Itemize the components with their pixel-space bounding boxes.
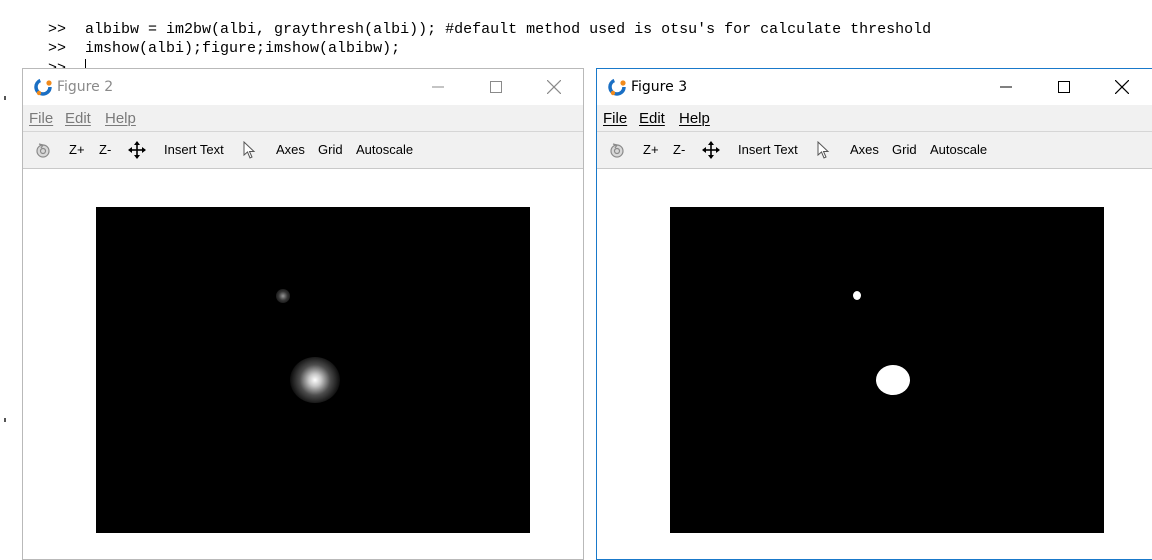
maximize-icon xyxy=(490,81,502,93)
menu-help[interactable]: Help xyxy=(105,110,136,127)
menu-help[interactable]: Help xyxy=(679,110,710,127)
minimize-button[interactable] xyxy=(977,69,1035,105)
pan-move-icon[interactable] xyxy=(702,141,720,159)
insert-text-button[interactable]: Insert Text xyxy=(164,142,224,157)
close-button[interactable] xyxy=(525,69,583,105)
zoom-in-button[interactable]: Z+ xyxy=(69,142,85,157)
menu-edit[interactable]: Edit xyxy=(639,110,665,127)
title-bar[interactable]: Figure 3 xyxy=(597,69,1152,105)
axes-button[interactable]: Axes xyxy=(850,142,879,157)
maximize-icon xyxy=(1058,81,1070,93)
title-bar[interactable]: Figure 2 xyxy=(23,69,583,105)
menu-file[interactable]: File xyxy=(603,110,627,127)
console-command-text: imshow(albi);figure;imshow(albibw); xyxy=(76,40,401,57)
window-title: Figure 2 xyxy=(57,79,114,95)
autoscale-button[interactable]: Autoscale xyxy=(356,142,413,157)
small-faint-spot xyxy=(276,289,290,303)
grid-button[interactable]: Grid xyxy=(318,142,343,157)
maximize-button[interactable] xyxy=(1035,69,1093,105)
maximize-button[interactable] xyxy=(467,69,525,105)
menu-bar: File Edit Help xyxy=(23,105,583,131)
pointer-arrow-icon[interactable] xyxy=(241,141,259,159)
minimize-icon xyxy=(1000,86,1012,88)
menu-edit[interactable]: Edit xyxy=(65,110,91,127)
figure-window-2[interactable]: Figure 2 File Edit Help Z+ Z- Insert Tex… xyxy=(22,68,584,560)
figure-toolbar: Z+ Z- Insert Text Axes Grid Autoscale xyxy=(597,131,1152,169)
rotate-icon[interactable] xyxy=(608,141,626,159)
window-title: Figure 3 xyxy=(631,79,688,95)
minimize-icon xyxy=(432,86,444,88)
command-window[interactable]: >> albibw = im2bw(albi, graythresh(albi)… xyxy=(0,0,1152,77)
binary-image xyxy=(670,207,1104,533)
figure-toolbar: Z+ Z- Insert Text Axes Grid Autoscale xyxy=(23,131,583,169)
large-white-blob xyxy=(876,365,910,395)
grid-button[interactable]: Grid xyxy=(892,142,917,157)
figure-window-3[interactable]: Figure 3 File Edit Help Z+ Z- Insert Tex… xyxy=(596,68,1152,560)
close-icon xyxy=(1115,80,1129,94)
axes-button[interactable]: Axes xyxy=(276,142,305,157)
octave-logo-icon xyxy=(34,78,52,96)
rotate-icon[interactable] xyxy=(34,141,52,159)
menu-bar: File Edit Help xyxy=(597,105,1152,131)
minimize-button[interactable] xyxy=(409,69,467,105)
zoom-out-button[interactable]: Z- xyxy=(99,142,111,157)
grayscale-image xyxy=(96,207,530,533)
window-edge-marker xyxy=(4,418,6,422)
close-icon xyxy=(547,80,561,94)
figure-canvas[interactable] xyxy=(23,169,583,559)
menu-file[interactable]: File xyxy=(29,110,53,127)
autoscale-button[interactable]: Autoscale xyxy=(930,142,987,157)
pointer-arrow-icon[interactable] xyxy=(815,141,833,159)
figure-canvas[interactable] xyxy=(597,169,1152,559)
small-white-spot xyxy=(853,291,861,300)
window-edge-marker xyxy=(4,96,6,100)
zoom-in-button[interactable]: Z+ xyxy=(643,142,659,157)
octave-logo-icon xyxy=(608,78,626,96)
zoom-out-button[interactable]: Z- xyxy=(673,142,685,157)
close-button[interactable] xyxy=(1093,69,1151,105)
insert-text-button[interactable]: Insert Text xyxy=(738,142,798,157)
bright-glowing-spot xyxy=(290,357,340,403)
pan-move-icon[interactable] xyxy=(128,141,146,159)
